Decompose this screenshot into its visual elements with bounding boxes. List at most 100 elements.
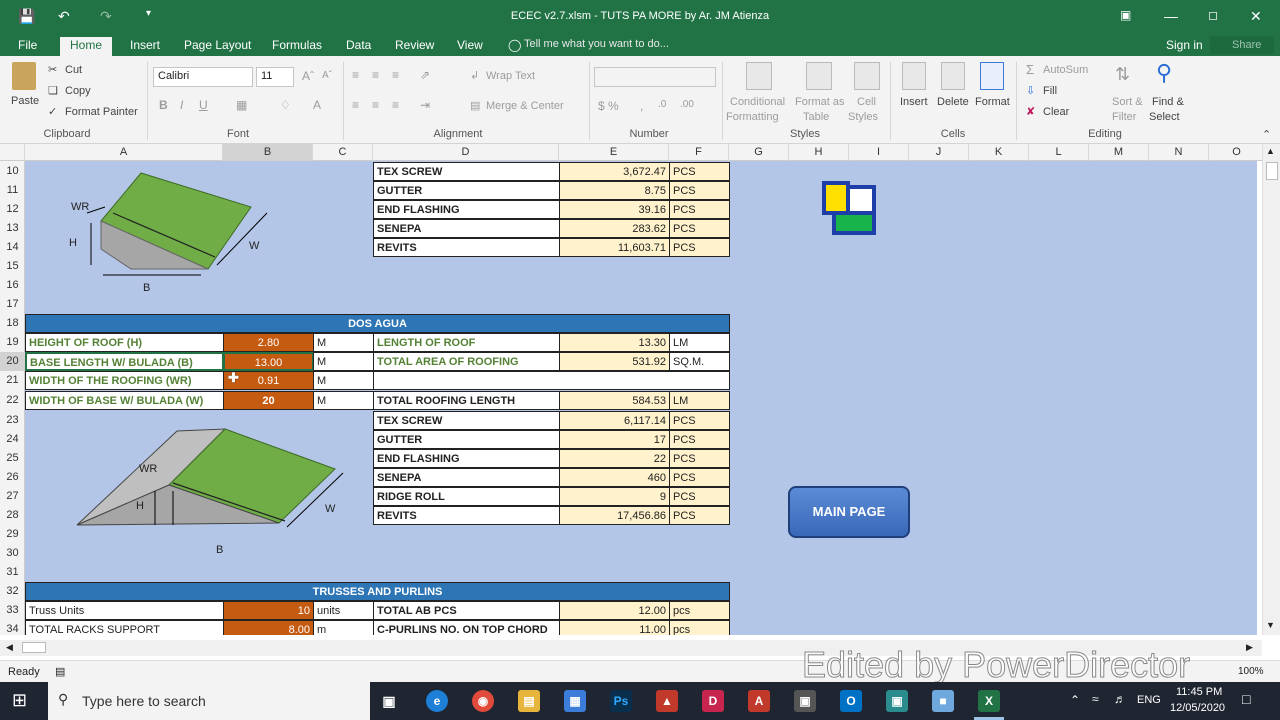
autocad-icon[interactable]: A: [748, 690, 770, 712]
autosum-button[interactable]: AutoSum: [1043, 64, 1088, 76]
tab-formulas[interactable]: Formulas: [262, 37, 332, 56]
row-header[interactable]: 10: [0, 162, 25, 181]
row-header[interactable]: 33: [0, 601, 25, 620]
app-d-icon[interactable]: D: [702, 690, 724, 712]
scroll-left-icon[interactable]: ◀: [6, 642, 13, 653]
total-label[interactable]: REVITS: [373, 506, 560, 525]
total-unit[interactable]: PCS: [669, 430, 730, 449]
decrease-decimal-icon[interactable]: .00: [680, 99, 694, 110]
format-painter-button[interactable]: Format Painter: [65, 106, 138, 118]
paste-button[interactable]: Paste: [11, 95, 39, 107]
input-unit[interactable]: M: [313, 371, 374, 390]
item-unit[interactable]: PCS: [669, 200, 730, 219]
align-right-icon[interactable]: ≡: [392, 98, 399, 112]
scroll-up-icon[interactable]: ▲: [1266, 146, 1275, 156]
align-middle-icon[interactable]: ≡: [372, 68, 379, 82]
truss-unit[interactable]: m: [313, 620, 374, 635]
app-red-icon[interactable]: ▲: [656, 690, 678, 712]
column-header[interactable]: G: [729, 144, 789, 161]
grow-font-icon[interactable]: Aˆ: [302, 69, 314, 83]
total-unit[interactable]: PCS: [669, 487, 730, 506]
scroll-right-icon[interactable]: ▶: [1246, 642, 1253, 653]
store-icon[interactable]: ▦: [564, 690, 586, 712]
scroll-down-icon[interactable]: ▼: [1266, 620, 1275, 630]
column-header[interactable]: H: [789, 144, 849, 161]
item-label[interactable]: END FLASHING: [373, 200, 560, 219]
horizontal-scroll-thumb[interactable]: [22, 642, 46, 653]
item-unit[interactable]: PCS: [669, 238, 730, 257]
column-header[interactable]: F: [669, 144, 729, 161]
tab-insert[interactable]: Insert: [120, 37, 170, 56]
format-cells-button[interactable]: Format: [975, 96, 1010, 108]
cell-styles-button[interactable]: Cell: [857, 96, 876, 108]
conditional-formatting-button[interactable]: Conditional: [730, 96, 785, 108]
tell-me-search[interactable]: Tell me what you want to do...: [524, 38, 669, 50]
align-center-icon[interactable]: ≡: [372, 98, 379, 112]
item-value[interactable]: 39.16: [559, 200, 670, 219]
row-header[interactable]: 15: [0, 257, 25, 276]
copy-button[interactable]: Copy: [65, 85, 91, 97]
tab-page-layout[interactable]: Page Layout: [174, 37, 261, 56]
maximize-icon[interactable]: ◻: [1208, 8, 1218, 22]
item-value[interactable]: 3,672.47: [559, 162, 670, 181]
row-header[interactable]: 24: [0, 430, 25, 449]
app-grey-icon[interactable]: ▣: [794, 690, 816, 712]
total-label[interactable]: RIDGE ROLL: [373, 487, 560, 506]
column-header[interactable]: O: [1209, 144, 1265, 161]
cut-button[interactable]: Cut: [65, 64, 82, 76]
notifications-icon[interactable]: □: [1242, 691, 1250, 707]
app-blue-icon[interactable]: ■: [932, 690, 954, 712]
row-header[interactable]: 21: [0, 371, 25, 390]
result-value[interactable]: 531.92: [559, 352, 670, 371]
row-header[interactable]: 23: [0, 411, 25, 430]
tab-home[interactable]: Home: [60, 37, 113, 56]
total-label[interactable]: TEX SCREW: [373, 411, 560, 430]
total-value[interactable]: 9: [559, 487, 670, 506]
photoshop-icon[interactable]: Ps: [610, 690, 632, 712]
truss-unit[interactable]: units: [313, 601, 374, 620]
total-unit[interactable]: PCS: [669, 411, 730, 430]
truss-value[interactable]: 8.00: [223, 620, 314, 635]
bold-icon[interactable]: B: [159, 98, 168, 112]
result-unit[interactable]: LM: [669, 333, 730, 352]
row-header[interactable]: 14: [0, 238, 25, 257]
tab-view[interactable]: View: [447, 37, 493, 56]
column-header[interactable]: I: [849, 144, 909, 161]
indent-icon[interactable]: ⇥: [420, 98, 430, 112]
column-header[interactable]: L: [1029, 144, 1089, 161]
item-label[interactable]: SENEPA: [373, 219, 560, 238]
clear-button[interactable]: Clear: [1043, 106, 1069, 118]
macro-record-icon[interactable]: ▤: [55, 665, 65, 678]
borders-icon[interactable]: ▦: [236, 98, 247, 112]
row-header[interactable]: 20: [0, 352, 25, 371]
column-header[interactable]: B: [223, 144, 313, 161]
row-header[interactable]: 29: [0, 525, 25, 544]
row-header[interactable]: 27: [0, 487, 25, 506]
result-value[interactable]: 13.30: [559, 333, 670, 352]
number-format-select[interactable]: [594, 67, 716, 87]
row-header[interactable]: 17: [0, 295, 25, 314]
show-hidden-icons[interactable]: ⌃: [1070, 693, 1080, 707]
font-color-icon[interactable]: A: [313, 98, 321, 112]
total-value[interactable]: 17,456.86: [559, 506, 670, 525]
windows-start-icon[interactable]: ⊞: [12, 690, 27, 711]
shrink-font-icon[interactable]: Aˇ: [322, 70, 332, 81]
item-unit[interactable]: PCS: [669, 181, 730, 200]
app-monitor-icon[interactable]: ▣: [886, 690, 908, 712]
find-select-button[interactable]: Find &: [1152, 96, 1184, 108]
input-unit[interactable]: M: [313, 333, 374, 352]
language-indicator[interactable]: ENG: [1137, 694, 1161, 706]
input-unit[interactable]: M: [313, 352, 374, 371]
collapse-ribbon-icon[interactable]: ⌃: [1262, 128, 1271, 141]
align-top-icon[interactable]: ≡: [352, 68, 359, 82]
row-header[interactable]: 22: [0, 391, 25, 410]
ribbon-options-icon[interactable]: ▣: [1120, 8, 1131, 22]
row-header[interactable]: 26: [0, 468, 25, 487]
truss-result-value[interactable]: 12.00: [559, 601, 670, 620]
vertical-scroll-thumb[interactable]: [1266, 162, 1278, 180]
align-left-icon[interactable]: ≡: [352, 98, 359, 112]
item-unit[interactable]: PCS: [669, 219, 730, 238]
input-value[interactable]: 20: [223, 391, 314, 410]
format-as-table-button[interactable]: Format as: [795, 96, 845, 108]
total-value[interactable]: 6,117.14: [559, 411, 670, 430]
